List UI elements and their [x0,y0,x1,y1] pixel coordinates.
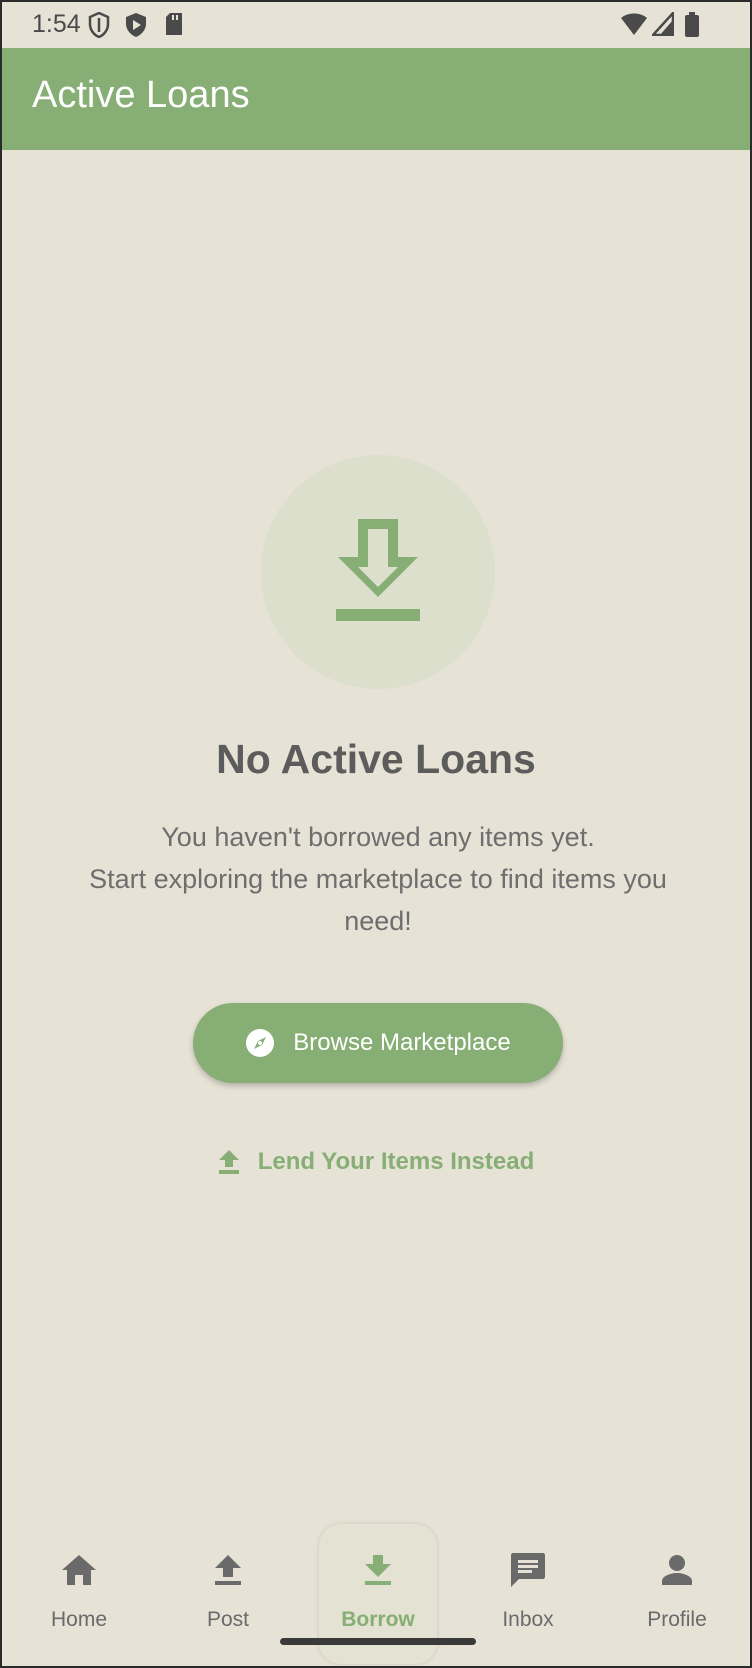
sd-card-icon [166,13,182,35]
browse-marketplace-button[interactable]: Browse Marketplace [193,1003,563,1083]
nav-label-home: Home [50,1608,108,1631]
status-time: 1:54 [32,10,81,38]
empty-state-title: No Active Loans [216,736,536,782]
home-icon [62,1555,96,1585]
empty-state-description: You haven't borrowed any items yet. Star… [62,816,694,942]
signal-icon [652,12,674,36]
lend-items-link[interactable]: Lend Your Items Instead [2,1142,750,1182]
screen: 1:54 Active Loans No Active Loans You ha… [0,0,752,1668]
upload-icon [215,1555,241,1585]
download-icon [365,1555,391,1585]
browse-marketplace-label: Browse Marketplace [293,1029,511,1056]
empty-state-description-text: You haven't borrowed any items yet. Star… [89,822,667,936]
bottom-navigation: Home Post Borrow Inbox Profile [2,1522,750,1666]
nav-item-home[interactable]: Home [4,1522,154,1662]
nav-label-borrow: Borrow [341,1608,415,1631]
play-store-icon [126,13,146,37]
home-indicator[interactable] [280,1638,476,1645]
shield-icon [88,12,110,38]
battery-icon [685,12,699,37]
nav-item-profile[interactable]: Profile [602,1522,750,1662]
empty-state-illustration [261,455,495,689]
wifi-icon [621,13,647,35]
chat-icon [511,1553,545,1587]
nav-label-post: Post [206,1608,250,1631]
compass-icon [246,1029,275,1057]
person-icon [662,1555,692,1585]
app-bar: Active Loans [2,48,750,150]
lend-items-label: Lend Your Items Instead [257,1148,535,1175]
nav-label-inbox: Inbox [502,1608,554,1631]
download-icon [336,519,420,621]
page-title: Active Loans [32,74,250,116]
nav-label-profile: Profile [647,1608,707,1631]
upload-icon [218,1150,239,1174]
status-bar: 1:54 [2,2,750,48]
